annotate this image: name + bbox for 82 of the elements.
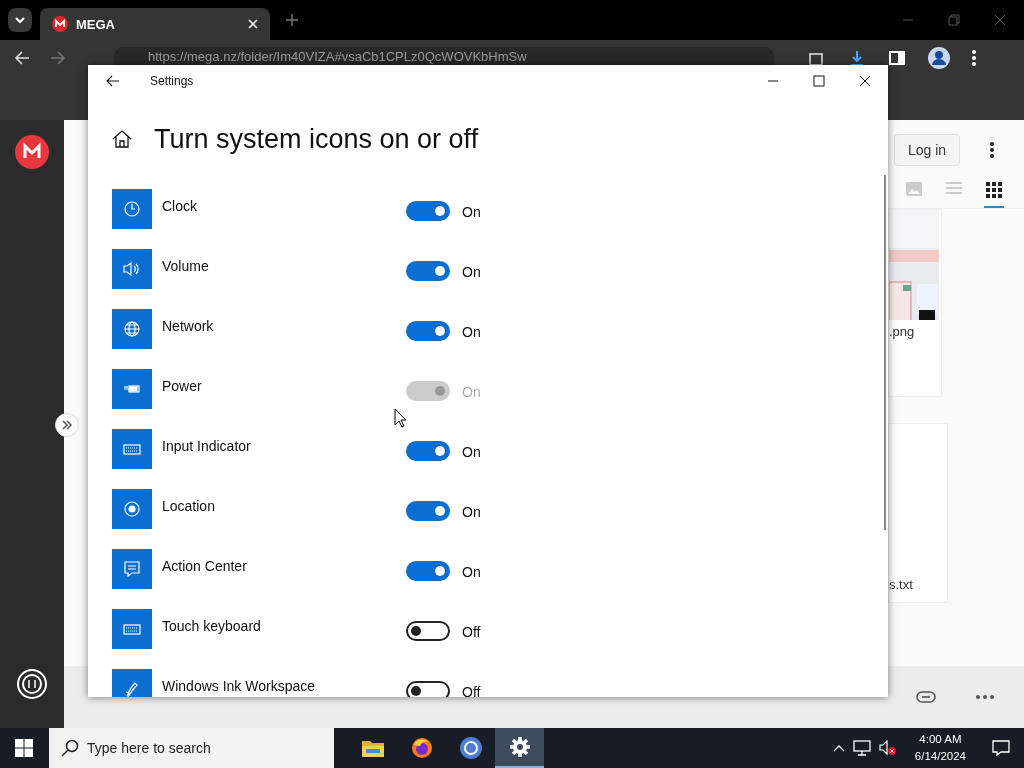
maximize-icon[interactable] bbox=[813, 75, 825, 87]
file-name: s.txt bbox=[889, 576, 914, 594]
menu-icon[interactable] bbox=[972, 50, 976, 66]
view-toggle[interactable] bbox=[984, 180, 1004, 208]
windows-start-icon[interactable] bbox=[15, 739, 33, 757]
firefox-icon bbox=[410, 737, 433, 759]
chrome-icon bbox=[458, 736, 483, 760]
keyboard-tile-icon bbox=[112, 429, 152, 469]
setting-label: Clock bbox=[162, 198, 198, 214]
toggle-state: On bbox=[462, 204, 481, 220]
toggle-state: Off bbox=[462, 624, 481, 640]
setting-label: Action Center bbox=[162, 558, 248, 574]
folder-icon bbox=[361, 739, 384, 757]
link-icon[interactable] bbox=[916, 691, 936, 703]
expand-icon[interactable] bbox=[55, 413, 79, 437]
tab-search-button[interactable] bbox=[8, 8, 32, 32]
setting-label: Volume bbox=[162, 258, 210, 274]
toggle-state: On bbox=[462, 444, 481, 460]
transfer-icon[interactable] bbox=[16, 668, 48, 700]
toggle-switch[interactable] bbox=[406, 621, 450, 641]
settings-icon bbox=[508, 736, 531, 758]
toggle-switch[interactable] bbox=[406, 681, 450, 697]
download-icon[interactable] bbox=[848, 49, 866, 67]
toggle-switch[interactable] bbox=[406, 501, 450, 521]
sidebar-icon[interactable] bbox=[888, 49, 906, 67]
file-card[interactable]: .png bbox=[888, 209, 942, 397]
taskbar-app[interactable] bbox=[495, 728, 544, 768]
toggle-switch[interactable] bbox=[406, 201, 450, 221]
browser-tab[interactable]: MEGA bbox=[40, 8, 270, 40]
toggle-switch[interactable] bbox=[406, 561, 450, 581]
toggle-switch[interactable] bbox=[406, 441, 450, 461]
page-heading: Turn system icons on or off bbox=[154, 123, 479, 155]
mega-logo-icon[interactable] bbox=[15, 135, 49, 169]
grid-icon bbox=[986, 182, 1002, 198]
clock-tile-icon bbox=[112, 189, 152, 229]
image-icon bbox=[906, 182, 922, 196]
toggle-state: On bbox=[462, 564, 481, 580]
setting-label: Touch keyboard bbox=[162, 618, 262, 634]
toggle-state: On bbox=[462, 504, 481, 520]
clock-time[interactable]: 4:00 AM bbox=[919, 731, 962, 748]
forward-arrow-icon[interactable] bbox=[50, 50, 66, 66]
plus-icon[interactable] bbox=[286, 14, 298, 26]
setting-label: Power bbox=[162, 378, 203, 394]
profile-icon[interactable] bbox=[928, 47, 950, 69]
file-name: .png bbox=[889, 323, 916, 341]
tab-title: MEGA bbox=[76, 16, 116, 32]
more-icon[interactable] bbox=[990, 142, 994, 158]
toggle-state: On bbox=[462, 324, 481, 340]
network-icon[interactable] bbox=[852, 740, 871, 756]
mega-logo-icon bbox=[52, 16, 68, 32]
search-field[interactable]: Type here to search bbox=[49, 728, 334, 768]
setting-label: Location bbox=[162, 498, 216, 514]
setting-label: Network bbox=[162, 318, 215, 334]
setting-label: Input Indicator bbox=[162, 438, 252, 454]
toggle-state: Off bbox=[462, 684, 481, 697]
home-icon[interactable] bbox=[112, 130, 132, 148]
location-tile-icon bbox=[112, 489, 152, 529]
list-icon bbox=[946, 182, 962, 194]
volume-muted-icon[interactable] bbox=[878, 740, 897, 756]
log-in-button[interactable]: Log in bbox=[894, 134, 960, 166]
address-bar[interactable]: https://mega.nz/folder/Im40VIZA#vsaCb1CPLz0QcWOVKbHmSw bbox=[114, 47, 774, 65]
notification-icon[interactable] bbox=[992, 740, 1010, 756]
clock-date[interactable]: 6/14/2024 bbox=[914, 748, 966, 765]
network-tile-icon bbox=[112, 309, 152, 349]
power-tile-icon bbox=[112, 369, 152, 409]
toggle-state: On bbox=[462, 384, 481, 400]
cursor-icon bbox=[394, 408, 408, 428]
setting-label: Windows Ink Workspace bbox=[162, 678, 316, 694]
message-tile-icon bbox=[112, 549, 152, 589]
close-icon[interactable] bbox=[859, 75, 871, 87]
scrollbar[interactable] bbox=[884, 175, 886, 530]
toggle-state: On bbox=[462, 264, 481, 280]
more-icon[interactable] bbox=[976, 695, 994, 699]
toggle-switch[interactable] bbox=[406, 321, 450, 341]
file-card[interactable]: s.txt bbox=[888, 423, 948, 603]
chevron-up-icon[interactable] bbox=[832, 744, 845, 752]
volume-tile-icon bbox=[112, 249, 152, 289]
back-arrow-icon[interactable] bbox=[106, 75, 120, 87]
chevron-down-icon bbox=[14, 16, 26, 24]
toggle-switch[interactable] bbox=[406, 261, 450, 281]
window-title: Settings bbox=[150, 74, 194, 88]
keyboard-tile-icon bbox=[112, 609, 152, 649]
